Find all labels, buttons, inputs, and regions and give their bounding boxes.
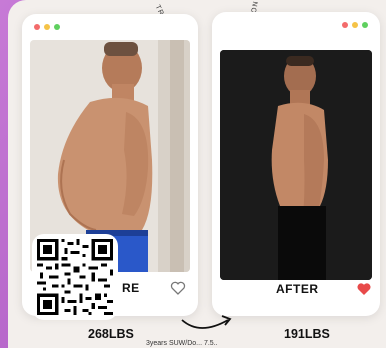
- after-photo: [220, 50, 372, 280]
- caption-text: 3years SUW/Do... 7.5..: [146, 340, 218, 347]
- arrow-icon: [181, 315, 232, 329]
- before-label: RE: [122, 281, 140, 295]
- window-dots: [342, 22, 368, 28]
- before-weight: 268LBS: [88, 327, 134, 341]
- window-dots: [34, 24, 60, 30]
- green-dot-icon: [54, 24, 60, 30]
- qr-code[interactable]: [32, 234, 118, 320]
- heart-filled-icon[interactable]: [356, 281, 372, 297]
- after-label: AFTER: [276, 282, 319, 296]
- heart-outline-icon[interactable]: [170, 280, 186, 296]
- red-dot-icon: [34, 24, 40, 30]
- yellow-dot-icon: [44, 24, 50, 30]
- after-weight: 191LBS: [284, 327, 330, 341]
- green-dot-icon: [362, 22, 368, 28]
- after-card: AFTER: [212, 12, 380, 316]
- red-dot-icon: [342, 22, 348, 28]
- yellow-dot-icon: [352, 22, 358, 28]
